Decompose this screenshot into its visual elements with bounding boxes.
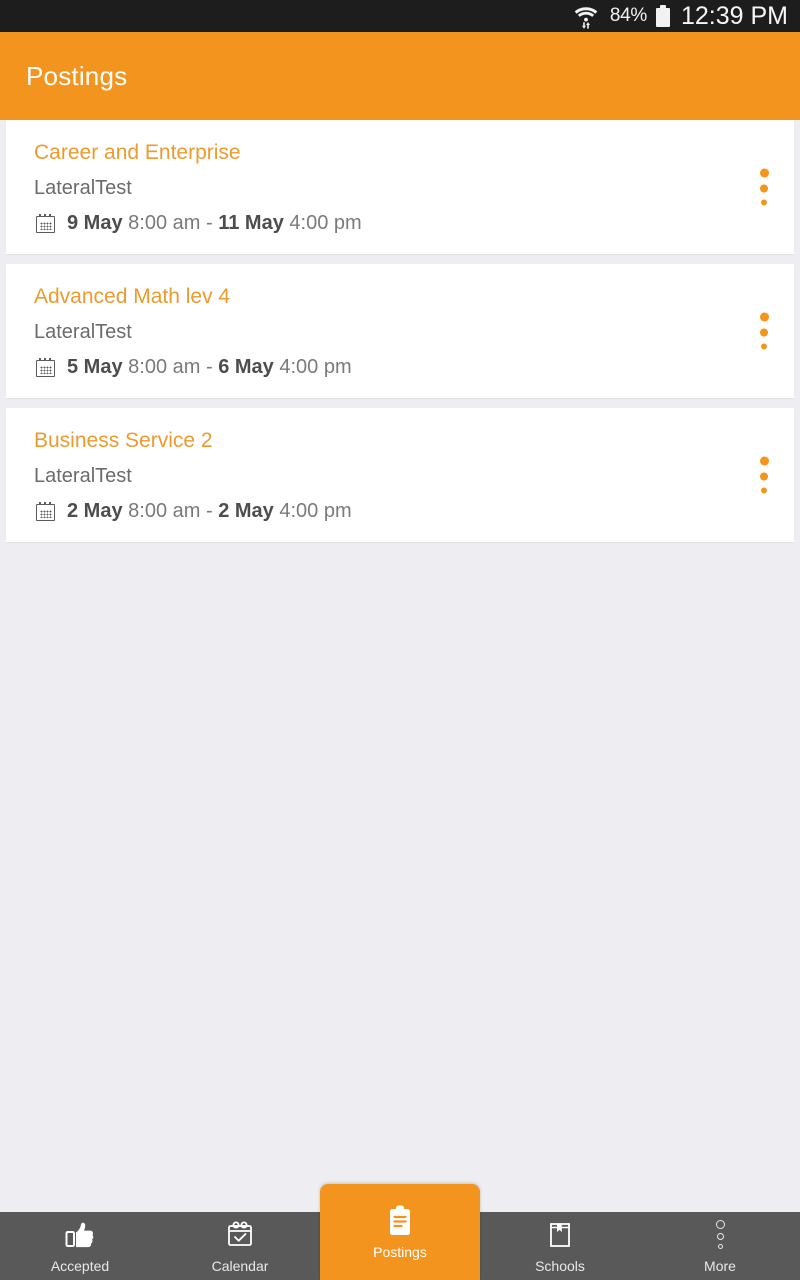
bottom-navigation-bar: Accepted Calendar Postings Schools More <box>0 1184 800 1280</box>
posting-date-range: 2 May 8:00 am - 2 May 4:00 pm <box>67 498 352 524</box>
nav-item-schools[interactable]: Schools <box>480 1212 640 1280</box>
posting-end-date: 2 May <box>218 500 274 522</box>
posting-end-time: 4:00 pm <box>289 212 362 234</box>
posting-start-date: 2 May <box>67 500 123 522</box>
nav-item-accepted[interactable]: Accepted <box>0 1212 160 1280</box>
calendar-icon <box>36 501 55 521</box>
posting-date-row: 9 May 8:00 am - 11 May 4:00 pm <box>6 204 794 236</box>
overflow-menu-icon[interactable] <box>756 312 772 350</box>
page-title: Postings <box>26 60 128 91</box>
posting-start-time: 8:00 am <box>128 356 201 378</box>
posting-date-range: 5 May 8:00 am - 6 May 4:00 pm <box>67 354 352 380</box>
posting-start-date: 5 May <box>67 356 123 378</box>
nav-label-schools: Schools <box>535 1257 585 1274</box>
posting-title: Business Service 2 <box>34 429 213 452</box>
posting-date-row: 2 May 8:00 am - 2 May 4:00 pm <box>6 492 794 524</box>
postings-list: Career and Enterprise LateralTest 9 May … <box>0 120 800 552</box>
posting-title: Career and Enterprise <box>34 141 241 164</box>
posting-card[interactable]: Career and Enterprise LateralTest 9 May … <box>6 120 794 254</box>
battery-icon <box>655 5 670 27</box>
calendar-check-icon <box>224 1219 256 1251</box>
posting-end-date: 11 May <box>218 212 284 234</box>
posting-end-time: 4:00 pm <box>279 500 352 522</box>
overflow-menu-icon[interactable] <box>756 456 772 494</box>
nav-label-postings: Postings <box>373 1243 427 1260</box>
thumbs-up-icon <box>64 1219 96 1251</box>
posting-start-time: 8:00 am <box>128 212 201 234</box>
app-screen: 84% 12:39 PM Postings Career and Enterpr… <box>0 0 800 1280</box>
nav-label-calendar: Calendar <box>211 1257 269 1274</box>
book-bookmark-icon <box>544 1219 576 1251</box>
posting-organisation: LateralTest <box>34 177 132 199</box>
clipboard-icon <box>384 1205 416 1237</box>
posting-card[interactable]: Advanced Math lev 4 LateralTest 5 May 8:… <box>6 264 794 398</box>
posting-organisation: LateralTest <box>34 321 132 343</box>
nav-label-more: More <box>704 1257 736 1274</box>
posting-title: Advanced Math lev 4 <box>34 285 231 308</box>
status-bar: 84% 12:39 PM <box>0 0 800 32</box>
wifi-data-icon <box>571 2 601 30</box>
posting-end-date: 6 May <box>218 356 274 378</box>
posting-card[interactable]: Business Service 2 LateralTest 2 May 8:0… <box>6 408 794 542</box>
posting-date-row: 5 May 8:00 am - 6 May 4:00 pm <box>6 348 794 380</box>
posting-organisation: LateralTest <box>34 465 132 487</box>
posting-start-date: 9 May <box>67 212 123 234</box>
date-separator: - <box>205 500 213 522</box>
overflow-menu-icon[interactable] <box>756 168 772 206</box>
nav-item-calendar[interactable]: Calendar <box>160 1212 320 1280</box>
more-dots-icon <box>704 1219 736 1251</box>
posting-end-time: 4:00 pm <box>279 356 352 378</box>
calendar-icon <box>36 357 55 377</box>
nav-label-accepted: Accepted <box>50 1257 110 1274</box>
posting-start-time: 8:00 am <box>128 500 201 522</box>
date-separator: - <box>205 212 213 234</box>
app-bar: Postings <box>0 32 800 120</box>
date-separator: - <box>205 356 213 378</box>
nav-item-postings[interactable]: Postings <box>320 1184 480 1280</box>
status-bar-clock: 12:39 PM <box>680 1 788 30</box>
battery-percent-label: 84% <box>609 5 647 26</box>
calendar-icon <box>36 213 55 233</box>
posting-date-range: 9 May 8:00 am - 11 May 4:00 pm <box>67 210 362 236</box>
nav-item-more[interactable]: More <box>640 1212 800 1280</box>
